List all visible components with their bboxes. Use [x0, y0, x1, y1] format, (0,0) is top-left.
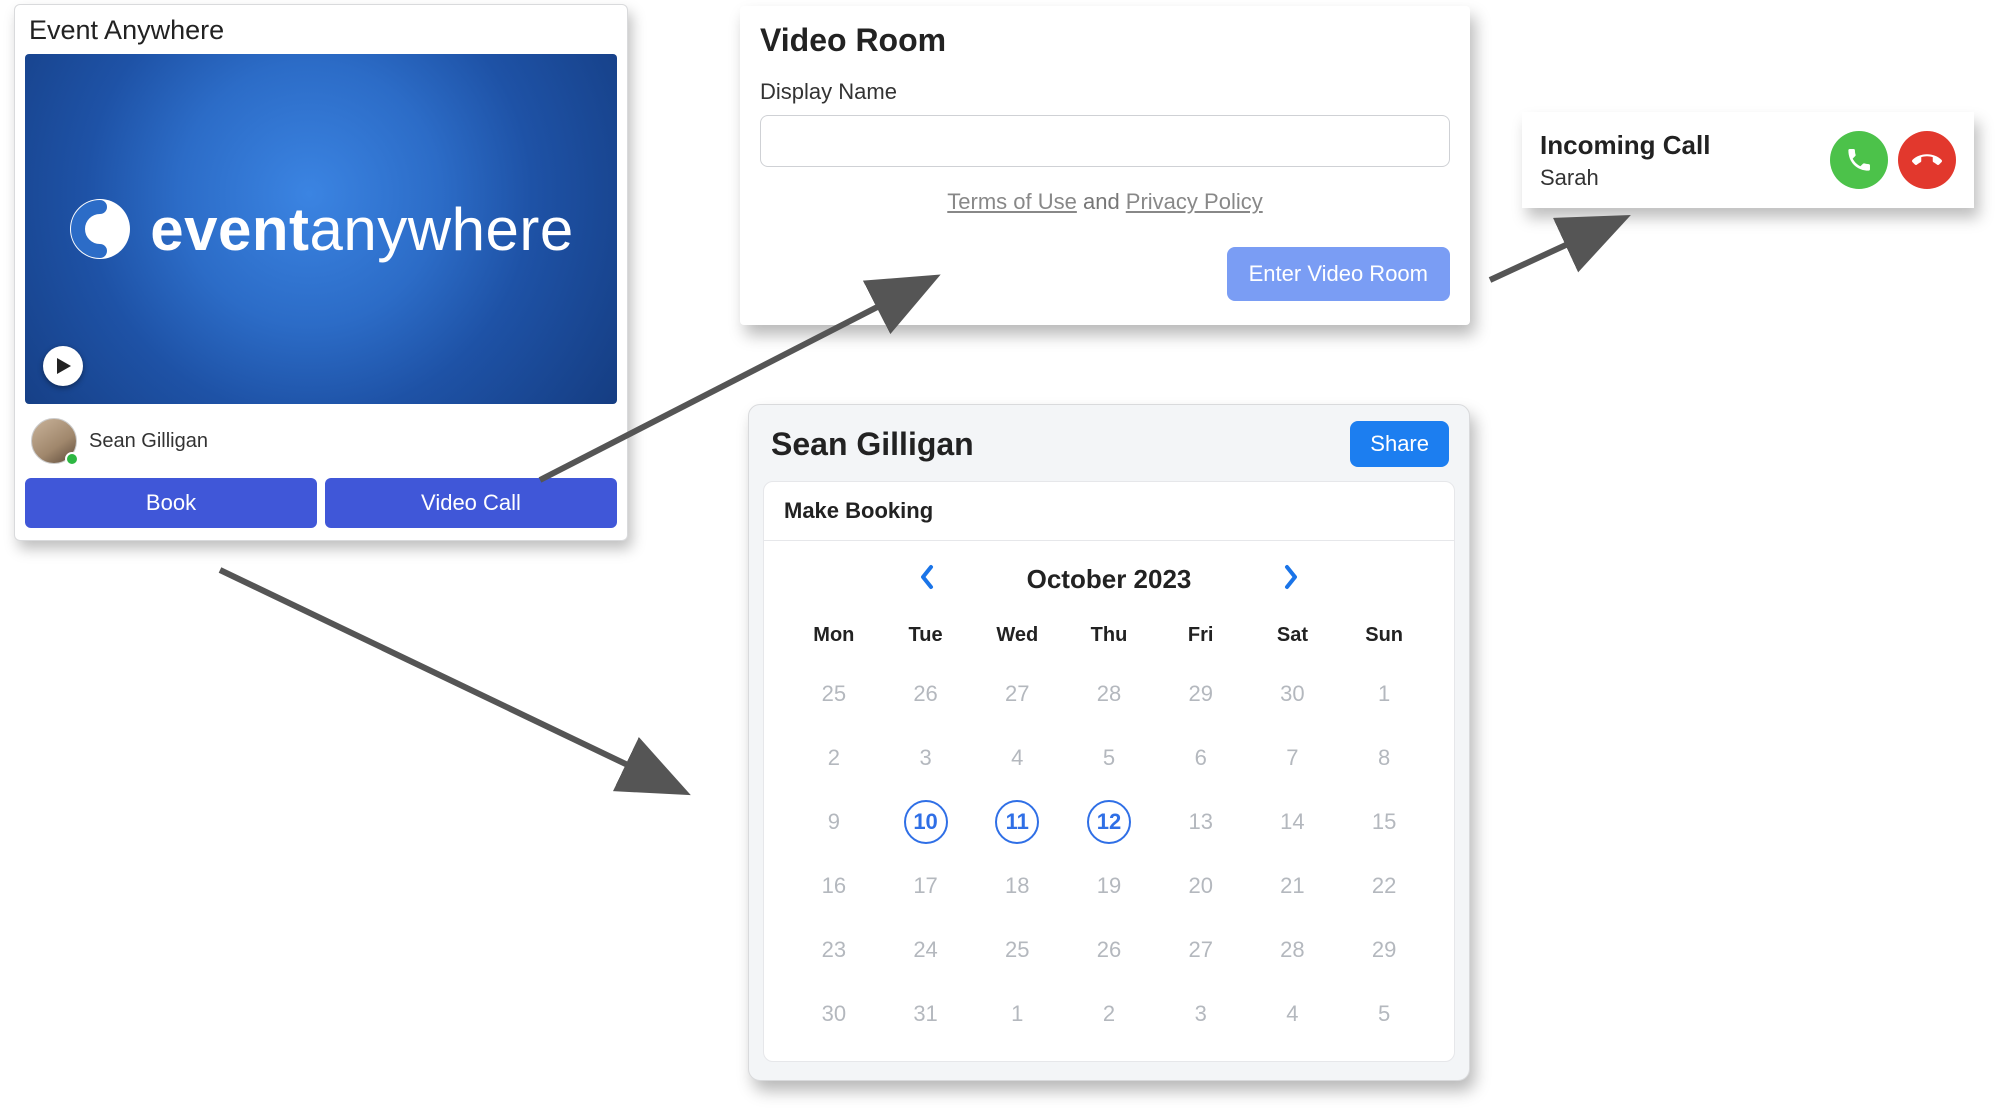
prev-month-button[interactable]	[917, 563, 937, 596]
calendar-day: 4	[971, 731, 1063, 785]
calendar-month-label: October 2023	[1027, 564, 1192, 595]
event-anywhere-logo: eventanywhere	[68, 195, 573, 264]
calendar-day: 26	[1063, 923, 1155, 977]
decline-call-button[interactable]	[1898, 131, 1956, 189]
display-name-label: Display Name	[760, 79, 1450, 105]
action-button-row: Book Video Call	[25, 478, 617, 528]
presence-dot-icon	[65, 452, 79, 466]
calendar-day: 18	[971, 859, 1063, 913]
calendar-day: 29	[1155, 667, 1247, 721]
legal-line: Terms of Use and Privacy Policy	[760, 189, 1450, 215]
play-icon	[56, 357, 72, 375]
calendar-day: 28	[1247, 923, 1339, 977]
privacy-policy-link[interactable]: Privacy Policy	[1126, 189, 1263, 214]
calendar-day: 24	[880, 923, 972, 977]
calendar-day: 3	[1155, 987, 1247, 1041]
calendar-day: 13	[1155, 795, 1247, 849]
calendar-grid: MonTueWedThuFriSatSun2526272829301234567…	[764, 610, 1454, 1061]
calendar-day: 1	[971, 987, 1063, 1041]
user-row: Sean Gilligan	[25, 404, 617, 478]
accept-call-button[interactable]	[1830, 131, 1888, 189]
user-name: Sean Gilligan	[89, 430, 208, 453]
share-button[interactable]: Share	[1350, 421, 1449, 467]
display-name-input[interactable]	[760, 115, 1450, 167]
incoming-call-title: Incoming Call	[1540, 130, 1710, 161]
calendar-day: 15	[1338, 795, 1430, 849]
calendar-day: 3	[880, 731, 972, 785]
video-room-title: Video Room	[760, 22, 1450, 59]
next-month-button[interactable]	[1281, 563, 1301, 596]
video-thumbnail[interactable]: eventanywhere	[25, 54, 617, 404]
book-button[interactable]: Book	[25, 478, 317, 528]
calendar-day: 22	[1338, 859, 1430, 913]
calendar-day-available[interactable]: 11	[971, 795, 1063, 849]
calendar-day: 17	[880, 859, 972, 913]
legal-and: and	[1077, 189, 1126, 214]
calendar-day: 27	[1155, 923, 1247, 977]
play-button[interactable]	[43, 346, 83, 386]
calendar-day: 26	[880, 667, 972, 721]
phone-icon	[1845, 146, 1873, 174]
terms-of-use-link[interactable]: Terms of Use	[947, 189, 1077, 214]
calendar-day: 31	[880, 987, 972, 1041]
calendar-day: 9	[788, 795, 880, 849]
calendar-day: 21	[1247, 859, 1339, 913]
booking-panel: Sean Gilligan Share Make Booking October…	[748, 404, 1470, 1081]
calendar-dow: Fri	[1155, 618, 1247, 657]
calendar-day: 2	[1063, 987, 1155, 1041]
event-card-title: Event Anywhere	[29, 15, 617, 46]
calendar-day: 5	[1063, 731, 1155, 785]
avatar[interactable]	[31, 418, 77, 464]
calendar-day: 27	[971, 667, 1063, 721]
calendar-day: 2	[788, 731, 880, 785]
calendar-day: 20	[1155, 859, 1247, 913]
incoming-caller-name: Sarah	[1540, 165, 1710, 191]
enter-video-room-button[interactable]: Enter Video Room	[1227, 247, 1450, 301]
logo-wordmark: eventanywhere	[150, 195, 573, 264]
calendar-dow: Tue	[880, 618, 972, 657]
chevron-right-icon	[1281, 563, 1301, 591]
make-booking-title: Make Booking	[764, 482, 1454, 541]
booking-person-name: Sean Gilligan	[771, 426, 974, 463]
calendar-day: 30	[788, 987, 880, 1041]
calendar-day: 8	[1338, 731, 1430, 785]
calendar-nav: October 2023	[764, 541, 1454, 610]
calendar-day: 23	[788, 923, 880, 977]
calendar-dow: Mon	[788, 618, 880, 657]
calendar-day: 7	[1247, 731, 1339, 785]
calendar-dow: Sat	[1247, 618, 1339, 657]
calendar-day: 14	[1247, 795, 1339, 849]
calendar-day: 5	[1338, 987, 1430, 1041]
calendar-day: 28	[1063, 667, 1155, 721]
calendar-dow: Sun	[1338, 618, 1430, 657]
calendar-day: 30	[1247, 667, 1339, 721]
calendar-day: 19	[1063, 859, 1155, 913]
calendar-card: Make Booking October 2023 MonTueWedThuFr…	[763, 481, 1455, 1062]
chevron-left-icon	[917, 563, 937, 591]
video-room-panel: Video Room Display Name Terms of Use and…	[740, 6, 1470, 325]
calendar-day: 1	[1338, 667, 1430, 721]
calendar-day: 6	[1155, 731, 1247, 785]
calendar-dow: Wed	[971, 618, 1063, 657]
calendar-day: 4	[1247, 987, 1339, 1041]
logo-mark-icon	[68, 197, 132, 261]
video-call-button[interactable]: Video Call	[325, 478, 617, 528]
calendar-day: 16	[788, 859, 880, 913]
calendar-day-available[interactable]: 12	[1063, 795, 1155, 849]
calendar-day: 25	[788, 667, 880, 721]
event-card: Event Anywhere eventanywhere Sean Gillig…	[14, 4, 628, 541]
calendar-day: 25	[971, 923, 1063, 977]
calendar-dow: Thu	[1063, 618, 1155, 657]
phone-hangup-icon	[1912, 145, 1942, 175]
calendar-day: 29	[1338, 923, 1430, 977]
incoming-call-toast: Incoming Call Sarah	[1522, 112, 1974, 208]
calendar-day-available[interactable]: 10	[880, 795, 972, 849]
